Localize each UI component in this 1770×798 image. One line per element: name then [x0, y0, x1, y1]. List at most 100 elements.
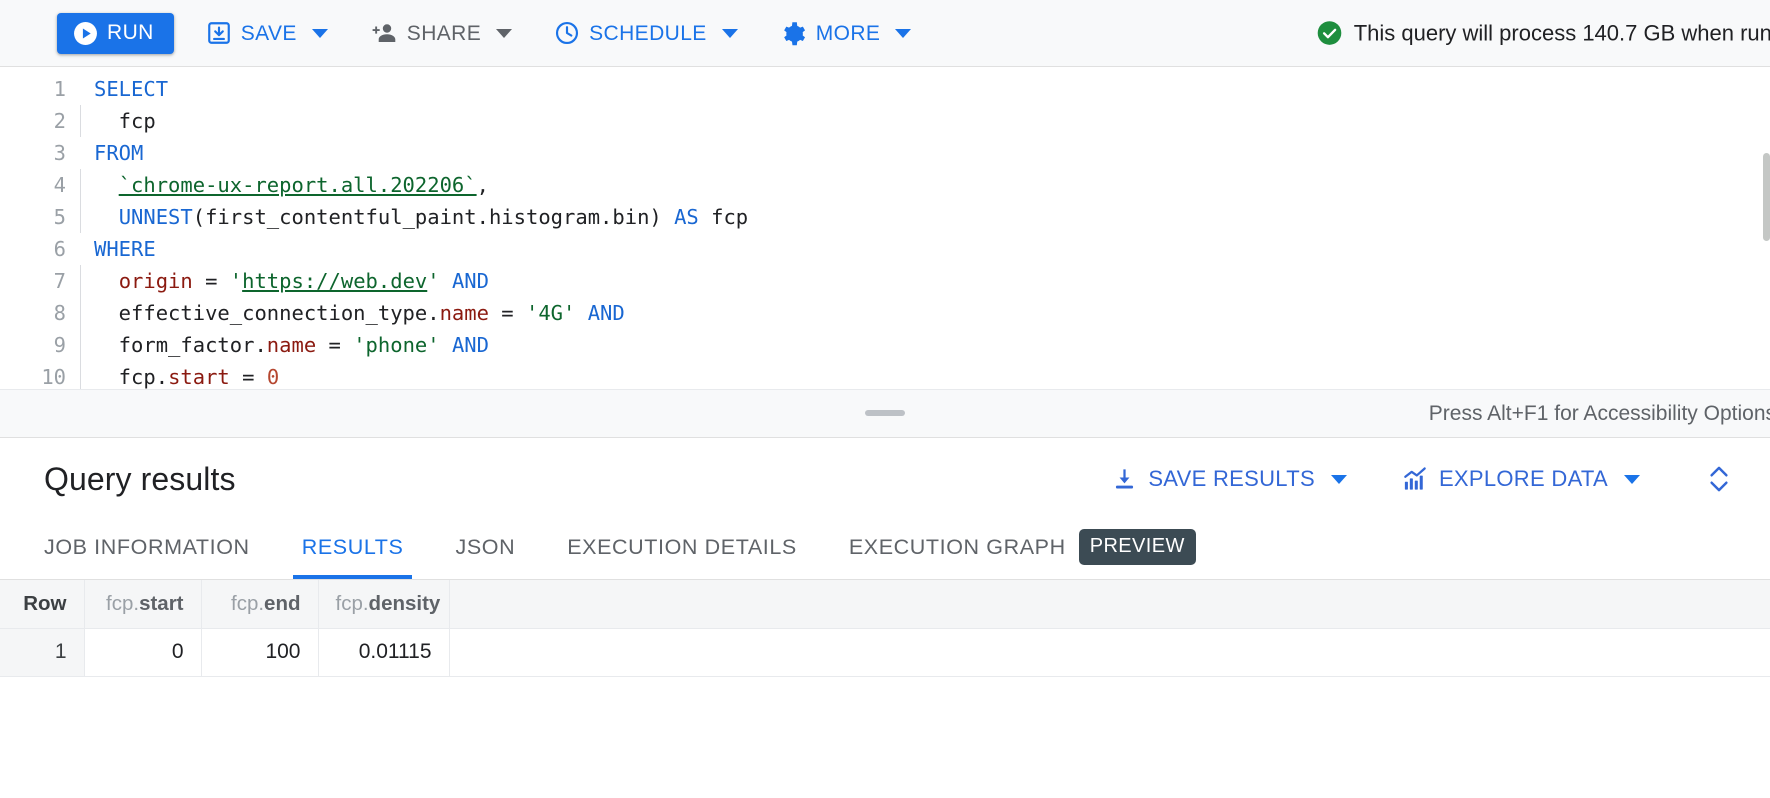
results-actions: SAVE RESULTS EXPLORE DATA — [1067, 463, 1740, 495]
tab-label: JSON — [455, 535, 515, 560]
editor-scrollbar-thumb[interactable] — [1763, 153, 1770, 241]
code-token: ' — [230, 269, 242, 293]
run-button[interactable]: RUN — [57, 13, 174, 54]
code-token: 'phone' — [353, 333, 439, 357]
column-header[interactable]: fcp.start — [84, 580, 201, 628]
tab-label: JOB INFORMATION — [44, 535, 250, 560]
code-line[interactable]: origin = 'https://web.dev' AND — [94, 265, 1770, 297]
code-token: fcp — [699, 205, 748, 229]
table-cell: 0 — [84, 628, 201, 676]
query-toolbar: RUN SAVE SHARE — [0, 0, 1770, 67]
column-header[interactable]: Row — [0, 580, 84, 628]
code-line[interactable]: WHERE — [94, 233, 1770, 265]
code-line[interactable]: `chrome-ux-report.all.202206`, — [94, 169, 1770, 201]
chevron-down-icon[interactable] — [496, 29, 512, 38]
run-button-label: RUN — [107, 21, 154, 45]
clock-icon — [554, 20, 580, 46]
tab-execution-details[interactable]: EXECUTION DETAILS — [567, 519, 797, 579]
code-token — [94, 269, 119, 293]
results-table-head: Rowfcp.startfcp.endfcp.density — [0, 580, 1770, 628]
line-number: 2 — [0, 105, 66, 137]
code-line[interactable]: UNNEST(first_contentful_paint.histogram.… — [94, 201, 1770, 233]
chevron-down-icon[interactable] — [1331, 475, 1347, 484]
code-token: = — [193, 269, 230, 293]
table-row[interactable]: 101000.01115 — [0, 628, 1770, 676]
code-line[interactable]: form_factor.name = 'phone' AND — [94, 329, 1770, 361]
line-number: 3 — [0, 137, 66, 169]
line-number: 5 — [0, 201, 66, 233]
table-cell: 100 — [201, 628, 318, 676]
code-token: AND — [452, 333, 489, 357]
code-token: effective_connection_type. — [94, 301, 440, 325]
code-token: name — [267, 333, 316, 357]
tab-execution-graph[interactable]: EXECUTION GRAPH PREVIEW — [849, 519, 1196, 579]
code-line[interactable]: fcp — [94, 105, 1770, 137]
results-table: Rowfcp.startfcp.endfcp.density 101000.01… — [0, 580, 1770, 677]
code-token: SELECT — [94, 77, 168, 101]
preview-badge: PREVIEW — [1079, 529, 1196, 565]
results-title: Query results — [44, 461, 236, 498]
column-header[interactable]: fcp.density — [318, 580, 449, 628]
code-token — [440, 269, 452, 293]
sql-editor[interactable]: 12345678910 SELECT fcpFROM `chrome-ux-re… — [0, 67, 1770, 437]
code-token — [94, 205, 119, 229]
line-number: 1 — [0, 73, 66, 105]
column-prefix: fcp. — [336, 592, 369, 615]
column-name: density — [369, 592, 441, 615]
download-icon — [1111, 466, 1138, 493]
table-cell-filler — [449, 628, 1770, 676]
schedule-button[interactable]: SCHEDULE — [544, 13, 748, 54]
tab-results[interactable]: RESULTS — [302, 519, 404, 579]
chevron-down-icon[interactable] — [895, 29, 911, 38]
more-button[interactable]: MORE — [770, 13, 922, 54]
tab-label: EXECUTION GRAPH — [849, 535, 1066, 560]
column-name: start — [139, 592, 183, 615]
editor-code-area[interactable]: SELECT fcpFROM `chrome-ux-report.all.202… — [78, 73, 1770, 393]
results-tabs: JOB INFORMATION RESULTS JSON EXECUTION DETA… — [0, 520, 1770, 580]
column-name: Row — [23, 592, 66, 615]
save-button-label: SAVE — [241, 23, 297, 44]
code-token: (first_contentful_paint.histogram.bin) — [193, 205, 674, 229]
tab-label: RESULTS — [302, 535, 404, 560]
editor-footer: Press Alt+F1 for Accessibility Options — [0, 389, 1770, 437]
line-number: 8 — [0, 297, 66, 329]
results-table-header-row: Rowfcp.startfcp.endfcp.density — [0, 580, 1770, 628]
column-name: end — [264, 592, 300, 615]
code-token: AND — [452, 269, 489, 293]
editor-resize-handle[interactable] — [865, 410, 905, 416]
table-cell: 0.01115 — [318, 628, 449, 676]
results-header: Query results SAVE RESULTS — [0, 438, 1770, 520]
expand-collapse-icon — [1704, 463, 1734, 495]
more-button-label: MORE — [816, 23, 881, 44]
code-token: ' — [427, 269, 439, 293]
tab-json[interactable]: JSON — [455, 519, 515, 579]
code-line[interactable]: FROM — [94, 137, 1770, 169]
code-token: UNNEST — [119, 205, 193, 229]
expand-results-button[interactable] — [1704, 463, 1734, 495]
save-results-button[interactable]: SAVE RESULTS — [1101, 466, 1357, 493]
tab-job-information[interactable]: JOB INFORMATION — [44, 519, 250, 579]
save-button[interactable]: SAVE — [196, 13, 338, 54]
explore-data-button[interactable]: EXPLORE DATA — [1391, 466, 1650, 493]
query-cost-status: This query will process 140.7 GB when ru… — [1316, 20, 1770, 47]
check-circle-icon — [1316, 20, 1343, 47]
share-button-label: SHARE — [407, 23, 481, 44]
editor-line-numbers: 12345678910 — [0, 73, 78, 393]
accessibility-hint: Press Alt+F1 for Accessibility Options — [1429, 402, 1770, 426]
play-circle-icon — [73, 21, 98, 46]
code-token: = — [230, 365, 267, 389]
column-prefix: fcp. — [231, 592, 264, 615]
code-line[interactable]: SELECT — [94, 73, 1770, 105]
schedule-button-label: SCHEDULE — [589, 23, 707, 44]
chevron-down-icon[interactable] — [1624, 475, 1640, 484]
code-token — [575, 301, 587, 325]
code-line[interactable]: effective_connection_type.name = '4G' AN… — [94, 297, 1770, 329]
tab-label: EXECUTION DETAILS — [567, 535, 797, 560]
chevron-down-icon[interactable] — [722, 29, 738, 38]
save-download-icon — [206, 20, 232, 46]
share-button[interactable]: SHARE — [360, 13, 522, 54]
column-prefix: fcp. — [106, 592, 139, 615]
code-token: WHERE — [94, 237, 156, 261]
column-header[interactable]: fcp.end — [201, 580, 318, 628]
chevron-down-icon[interactable] — [312, 29, 328, 38]
